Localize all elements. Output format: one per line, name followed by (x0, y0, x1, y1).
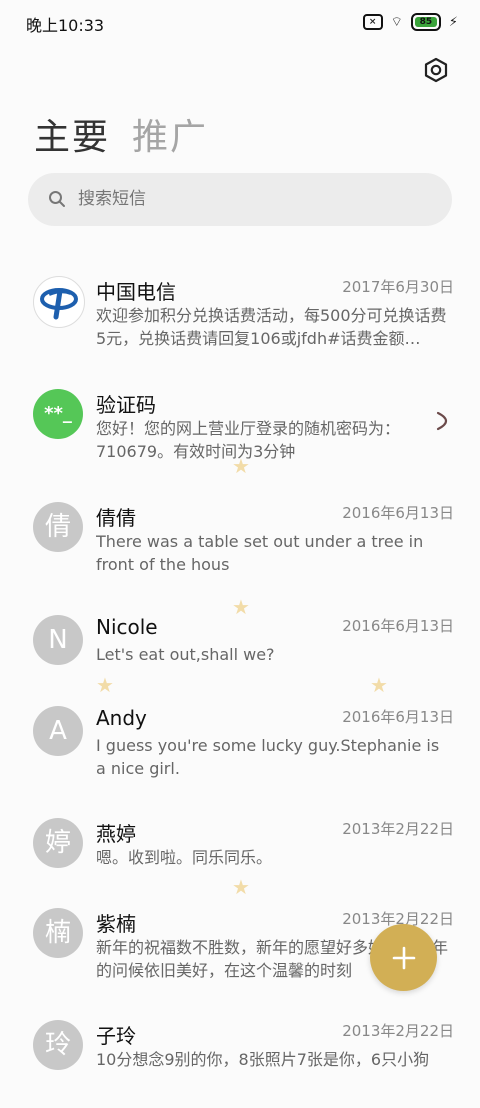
tab-bar: 主要 推广 (34, 108, 208, 160)
avatar: 玲 (33, 1020, 83, 1070)
avatar (33, 276, 85, 328)
avatar: **_ (33, 389, 83, 439)
contact-name: 子玲 (96, 1024, 136, 1048)
search-bar[interactable] (28, 173, 452, 226)
search-icon (49, 191, 65, 207)
settings-hexagon-icon (424, 57, 448, 83)
list-item[interactable]: 玲 子玲 2013年2月22日 10分想念9别的你，8张照片7张是你，6只小狗 (0, 1000, 480, 1108)
battery-level: 85 (419, 17, 433, 27)
message-date: 2016年6月13日 (342, 504, 454, 522)
contact-name: 验证码 (96, 393, 156, 417)
message-preview: 欢迎参加积分兑换话费活动，每500分可兑换话费5元，兑换话费请回复106或jfd… (96, 306, 447, 348)
china-telecom-logo-icon (40, 288, 78, 320)
search-input[interactable] (78, 173, 418, 226)
avatar: A (33, 706, 83, 756)
message-preview: I guess you're some lucky guy.Stephanie … (96, 736, 440, 778)
message-date: 2017年6月30日 (342, 278, 454, 296)
status-bar: 晚上10:33 × ⌔ 85 ⚡ (0, 0, 480, 44)
charging-icon: ⚡ (448, 14, 458, 30)
contact-name: 紫楠 (96, 912, 136, 936)
contact-name: Nicole (96, 615, 158, 639)
avatar: N (33, 615, 83, 665)
plus-icon (392, 946, 415, 969)
avatar: 倩 (33, 502, 83, 552)
contact-name: 燕婷 (96, 822, 136, 846)
new-message-button[interactable] (370, 924, 437, 991)
contact-name: 中国电信 (96, 280, 176, 304)
avatar: 婷 (33, 818, 83, 868)
message-date: 2016年6月13日 (342, 708, 454, 726)
list-item[interactable]: **_ 验证码 您好！您的网上营业厅登录的随机密码为：710679。有效时间为3… (0, 369, 480, 477)
message-preview: Let's eat out,shall we? (96, 645, 275, 664)
message-date: 2016年6月13日 (342, 617, 454, 635)
message-preview: There was a table set out under a tree i… (96, 532, 424, 574)
status-time: 晚上10:33 (26, 16, 105, 35)
battery-icon: 85 (410, 13, 441, 31)
chevron-right-icon[interactable] (434, 409, 450, 433)
sim-off-icon: × (362, 14, 383, 30)
wifi-icon: ⌔ (390, 15, 403, 30)
message-preview: 嗯。收到啦。同乐同乐。 (96, 848, 273, 867)
avatar: 楠 (33, 908, 83, 958)
message-date: 2013年2月22日 (342, 1022, 454, 1040)
list-item[interactable]: A Andy 2016年6月13日 I guess you're some lu… (0, 686, 480, 794)
tab-promotion[interactable]: 推广 (132, 108, 208, 160)
message-preview: 10分想念9别的你，8张照片7张是你，6只小狗 (96, 1050, 430, 1069)
message-preview: 您好！您的网上营业厅登录的随机密码为：710679。有效时间为3分钟 (96, 419, 401, 461)
settings-button[interactable] (420, 54, 452, 86)
message-date: 2013年2月22日 (342, 820, 454, 838)
status-icons: × ⌔ 85 ⚡ (362, 13, 458, 31)
tab-primary[interactable]: 主要 (34, 108, 110, 160)
list-item[interactable]: 中国电信 2017年6月30日 欢迎参加积分兑换话费活动，每500分可兑换话费5… (0, 256, 480, 364)
list-item[interactable]: 倩 倩倩 2016年6月13日 There was a table set ou… (0, 482, 480, 590)
contact-name: 倩倩 (96, 506, 136, 530)
contact-name: Andy (96, 706, 147, 730)
